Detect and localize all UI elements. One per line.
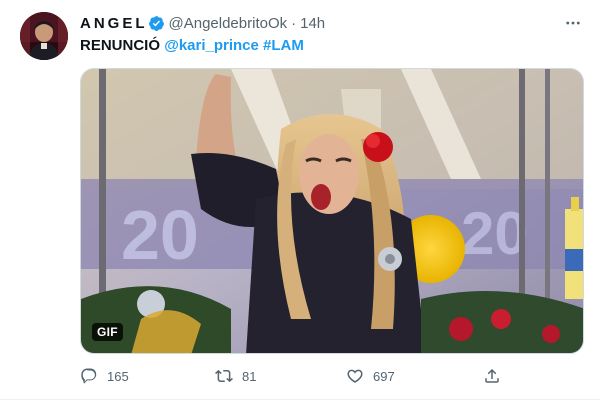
tweet-text-lead: RENUNCIÓ (80, 37, 161, 54)
avatar[interactable] (20, 12, 68, 60)
reply-count: 165 (107, 368, 129, 384)
svg-text:20: 20 (461, 200, 528, 267)
gif-badge: GIF (92, 323, 123, 341)
mention-link[interactable]: @kari_prince (164, 37, 259, 54)
retweet-icon (215, 369, 233, 383)
hashtag-link[interactable]: #LAM (263, 37, 304, 54)
tweet-header: ANGEL @AngeldebritoOk · 14h (80, 13, 325, 33)
heart-icon (347, 369, 363, 383)
avatar-photo (20, 12, 68, 60)
gif-media[interactable]: 20 20 GIF (80, 68, 584, 354)
gif-frame: 20 20 (81, 69, 583, 353)
tweet[interactable]: ANGEL @AngeldebritoOk · 14h RENUNCIÓ @ka… (0, 0, 600, 400)
reply-icon (81, 368, 97, 384)
tweet-text: RENUNCIÓ @kari_prince #LAM (80, 36, 304, 56)
reply-button[interactable]: 165 (80, 367, 129, 385)
more-icon[interactable] (562, 12, 584, 34)
share-icon (485, 368, 499, 383)
share-button[interactable] (483, 367, 501, 385)
retweet-count: 81 (242, 368, 257, 384)
tweet-timestamp[interactable]: 14h (300, 15, 325, 32)
author-handle[interactable]: @AngeldebritoOk (169, 15, 288, 32)
separator-dot: · (291, 14, 297, 32)
like-button[interactable]: 697 (346, 367, 395, 385)
display-name[interactable]: ANGEL (80, 15, 148, 32)
verified-badge-icon (148, 15, 165, 32)
retweet-button[interactable]: 81 (215, 367, 256, 385)
like-count: 697 (373, 368, 395, 384)
svg-text:20: 20 (121, 196, 199, 274)
action-bar: 165 81 697 (80, 363, 520, 389)
